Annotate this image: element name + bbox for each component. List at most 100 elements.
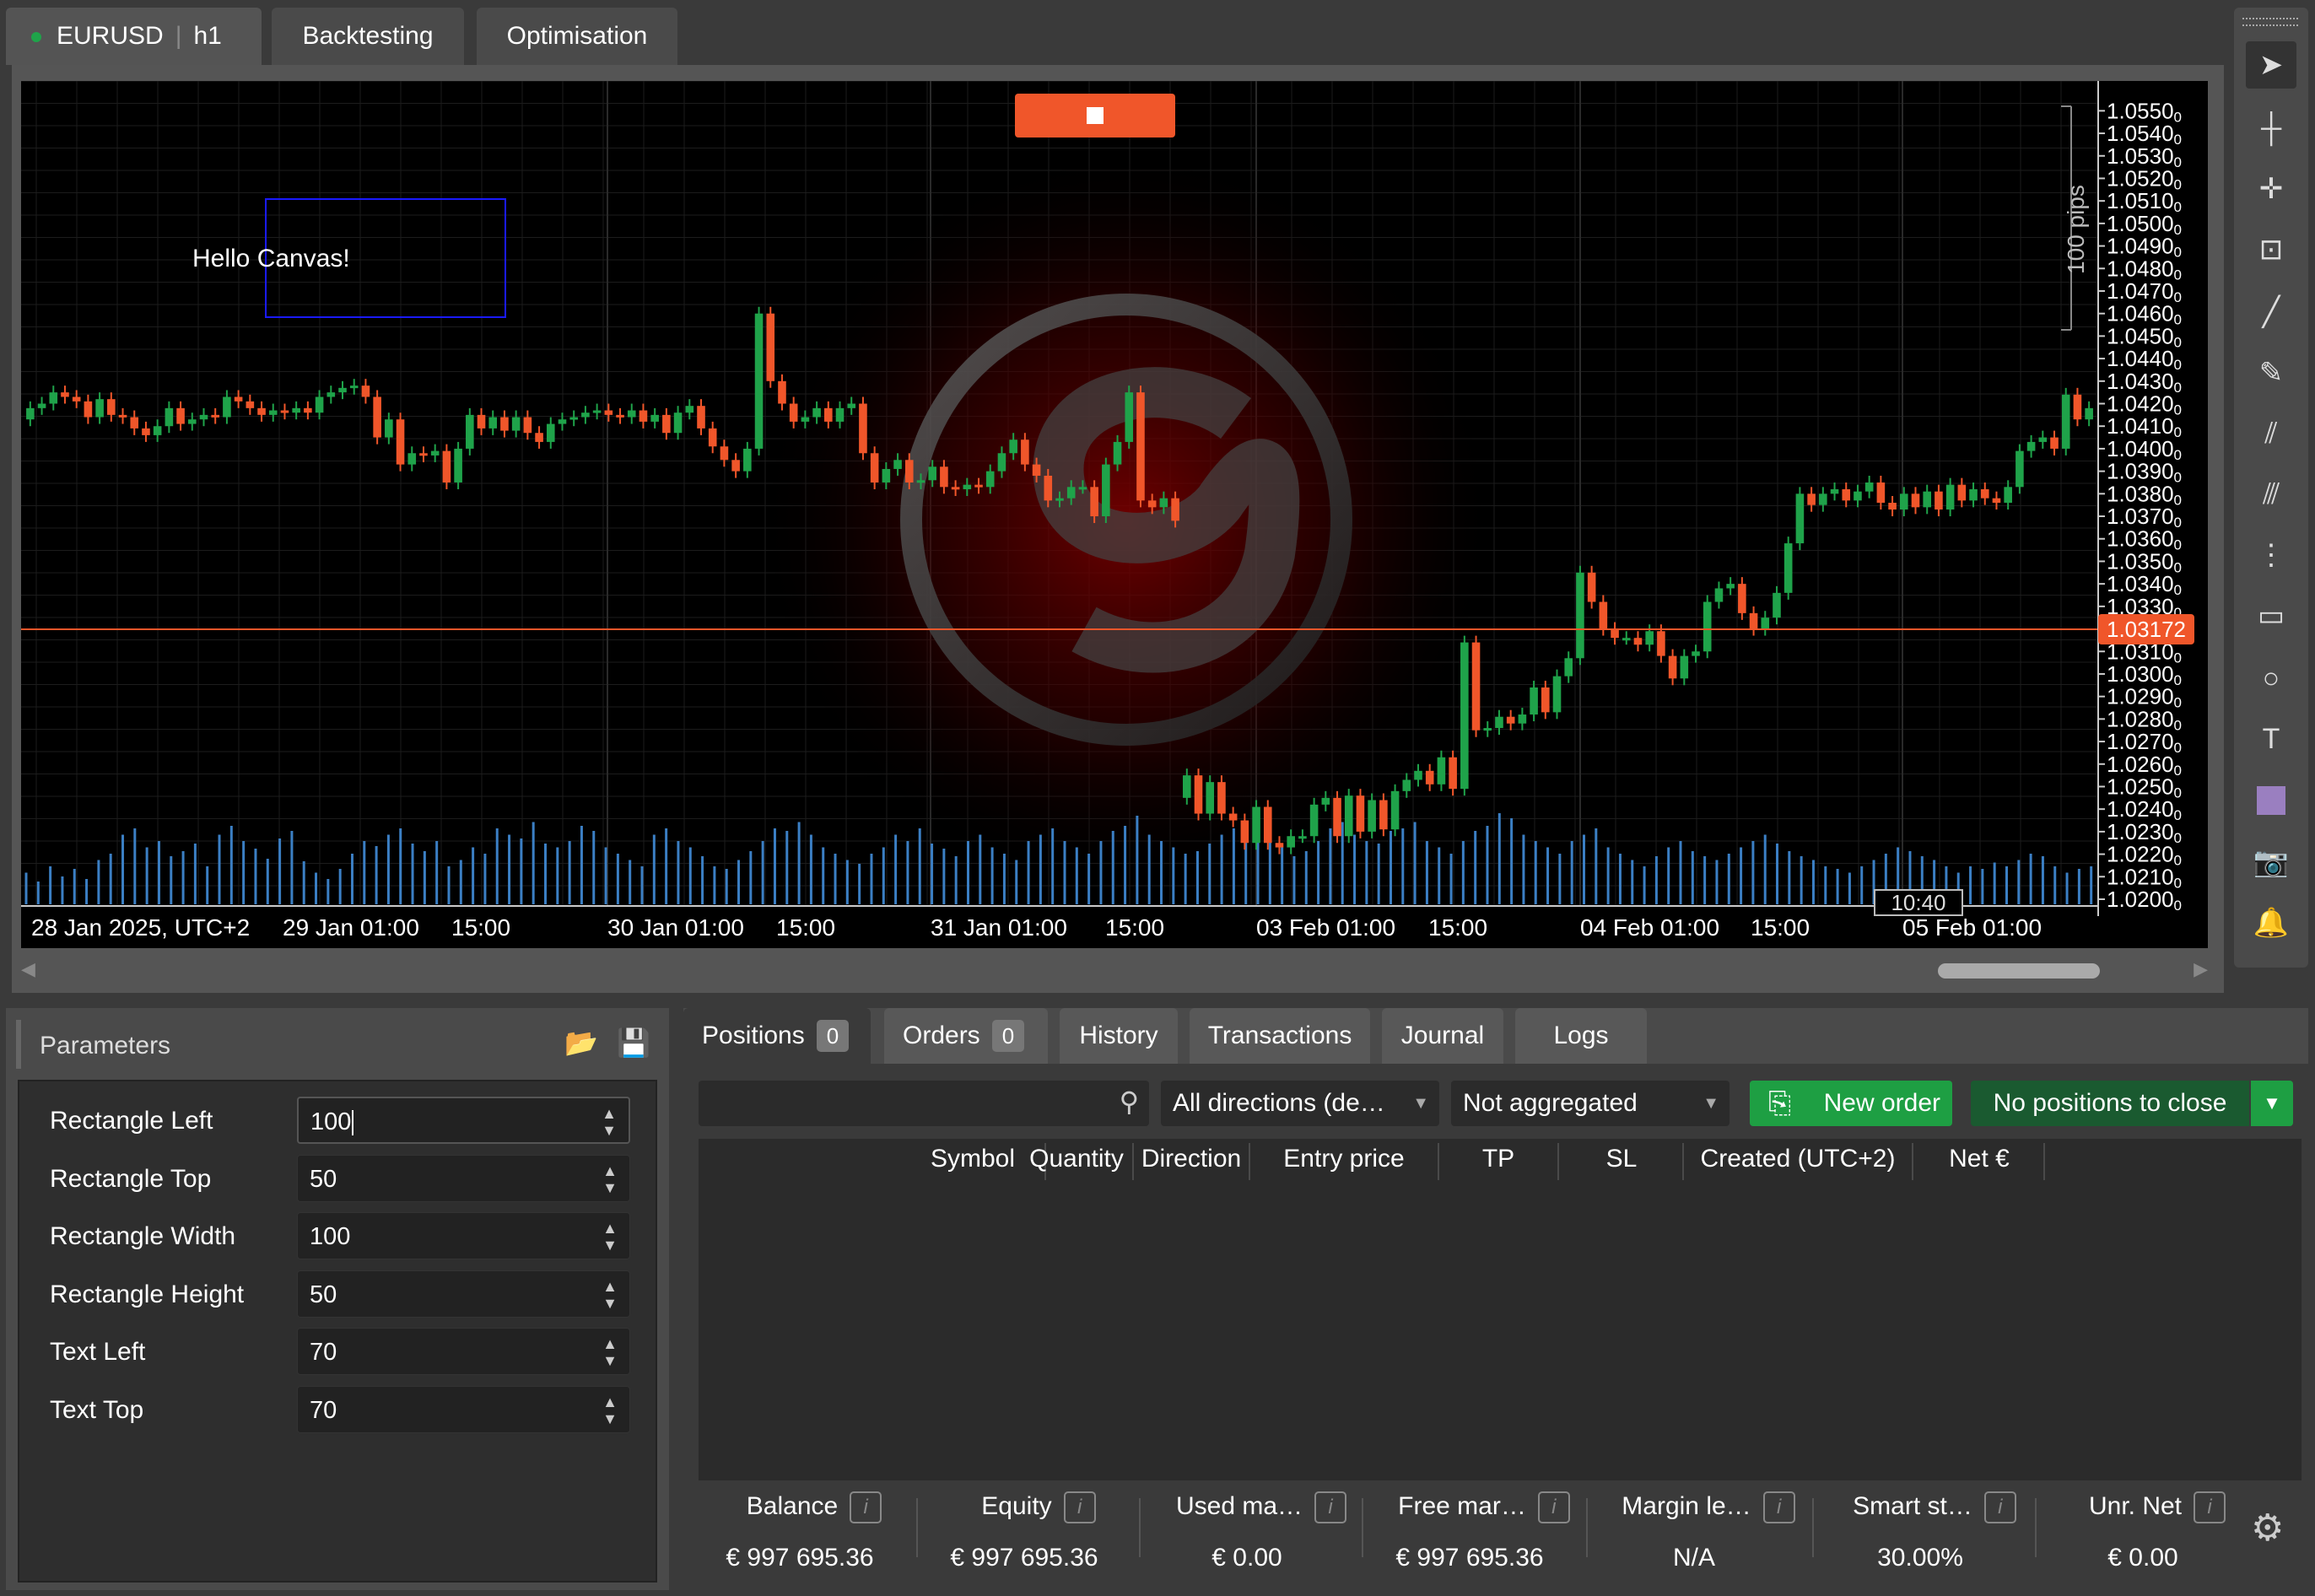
candle-body [997, 453, 1006, 472]
candle-body [477, 414, 486, 429]
chart-scrollbar-track[interactable]: ◀ ▶ [21, 948, 2208, 992]
param-input[interactable]: 100 ▲ ▼ [297, 1212, 630, 1259]
column-header[interactable]: Quantity [1021, 1145, 1132, 1173]
param-input[interactable]: 50 ▲ ▼ [297, 1270, 630, 1318]
text-cursor [352, 1110, 354, 1136]
column-separator[interactable] [2043, 1143, 2045, 1180]
toolbar-grip-icon [2242, 18, 2298, 26]
candle-body [84, 401, 93, 418]
candle-body [743, 448, 752, 472]
candle-body [1645, 631, 1654, 645]
column-header[interactable]: TP [1439, 1145, 1557, 1173]
canvas-text: Hello Canvas! [192, 245, 350, 272]
column-separator[interactable] [1557, 1143, 1559, 1180]
candle-body [754, 313, 764, 449]
crosshair-fine-icon[interactable]: ✛ [2246, 165, 2296, 213]
trend-line-icon[interactable]: ╱ [2246, 288, 2296, 336]
camera-icon[interactable]: 📷 [2246, 838, 2296, 886]
text-icon[interactable]: T [2246, 715, 2296, 763]
candle-body [916, 480, 925, 483]
candle-body [488, 417, 498, 429]
settings-gear-icon[interactable]: ⚙ [2251, 1507, 2284, 1550]
param-input[interactable]: 100 ▲ ▼ [297, 1097, 630, 1144]
candle-body [523, 417, 532, 434]
candle-body [1275, 843, 1284, 848]
candle-body [1159, 498, 1168, 508]
time-tick-label: 15:00 [451, 914, 511, 941]
column-header[interactable]: Created (UTC+2) [1684, 1145, 1912, 1173]
crosshair-icon[interactable]: ┼ [2246, 105, 2296, 152]
rectangle-icon[interactable]: ▭ [2246, 592, 2296, 639]
candle-body [1298, 836, 1307, 839]
fibonacci-icon[interactable]: ⫽ [2246, 410, 2296, 457]
time-tick-label: 15:00 [1428, 914, 1488, 941]
candle-body [639, 410, 648, 422]
bell-icon[interactable]: 🔔 [2246, 899, 2296, 946]
chart-area[interactable]: 1.05500 1.05400 1.05300 1.05200 1.05100 1.050… [21, 81, 2208, 948]
tab-symbol[interactable]: EURUSD | h1 [6, 8, 262, 65]
candle-body [812, 407, 821, 418]
scroll-right-icon[interactable]: ▶ [2194, 958, 2208, 980]
candle-body [1009, 439, 1017, 454]
color-swatch-icon[interactable] [2246, 777, 2296, 824]
column-header[interactable]: Entry price [1250, 1145, 1438, 1173]
candle-body [1228, 813, 1238, 821]
candle-body [165, 407, 174, 427]
price-chart[interactable]: 1.055001.054001.053001.052001.051001.050… [21, 81, 2208, 948]
param-label: Rectangle Width [50, 1222, 236, 1250]
stop-button[interactable] [1015, 94, 1175, 137]
scroll-left-icon[interactable]: ◀ [21, 958, 35, 980]
column-header[interactable]: Direction [1134, 1145, 1249, 1173]
candle-body [1726, 584, 1735, 589]
param-input[interactable]: 70 ▲ ▼ [297, 1328, 630, 1375]
candle-body [511, 417, 521, 431]
candle-body [361, 386, 370, 397]
param-input[interactable]: 70 ▲ ▼ [297, 1385, 630, 1433]
candle-body [315, 396, 324, 413]
candle-body [2026, 441, 2036, 451]
spinner-arrows-icon[interactable]: ▲ ▼ [602, 1220, 618, 1254]
candle-body [1379, 800, 1388, 830]
candle-body [1541, 687, 1550, 713]
price-tick-label: 1.02000 [2107, 887, 2182, 914]
column-header[interactable]: Net € [1915, 1145, 2043, 1173]
pointer-icon[interactable]: ➤ [2246, 41, 2296, 89]
column-separator[interactable] [1912, 1143, 1913, 1180]
scrollbar-thumb[interactable] [1938, 963, 2100, 979]
candle-body [396, 419, 405, 465]
candle-body [1935, 491, 1943, 510]
parallel-channel-icon[interactable]: ⫻ [2246, 471, 2296, 518]
pen-icon[interactable]: ✎ [2246, 349, 2296, 396]
spinner-arrows-icon[interactable]: ▲ ▼ [602, 1394, 618, 1427]
candle-body [1449, 757, 1457, 790]
candle-body [1171, 498, 1179, 521]
candle-body [835, 407, 845, 422]
candle-body [1738, 584, 1746, 613]
spinner-arrows-icon[interactable]: ▲ ▼ [602, 1105, 617, 1139]
tab-backtesting[interactable]: Backtesting [272, 8, 464, 65]
candle-body [893, 460, 902, 469]
param-input[interactable]: 50 ▲ ▼ [297, 1154, 630, 1202]
candle-body [1113, 441, 1122, 465]
candle-body [2061, 394, 2070, 449]
candle-body [1611, 628, 1619, 639]
time-marker: 10:40 [1874, 889, 1963, 916]
ellipse-icon[interactable]: ○ [2246, 655, 2296, 702]
spinner-arrows-icon[interactable]: ▲ ▼ [602, 1335, 618, 1369]
candle-body [1864, 482, 1874, 492]
candle-body [1576, 572, 1584, 659]
candle-body [407, 453, 417, 465]
candle-body [720, 446, 729, 461]
candle-body [870, 453, 879, 483]
candle-body [673, 412, 683, 434]
spinner-arrows-icon[interactable]: ▲ ▼ [602, 1278, 618, 1312]
spinner-arrows-icon[interactable]: ▲ ▼ [602, 1162, 618, 1196]
param-value: 100 [310, 1223, 351, 1250]
candle-body [1147, 500, 1157, 508]
fib-levels-icon[interactable]: ⋮ [2246, 531, 2296, 579]
candle-body [558, 419, 567, 424]
tab-optimisation[interactable]: Optimisation [477, 8, 677, 65]
candle-body [1633, 638, 1643, 645]
column-header[interactable]: SL [1561, 1145, 1682, 1173]
zoom-icon[interactable]: ⊡ [2246, 226, 2296, 273]
